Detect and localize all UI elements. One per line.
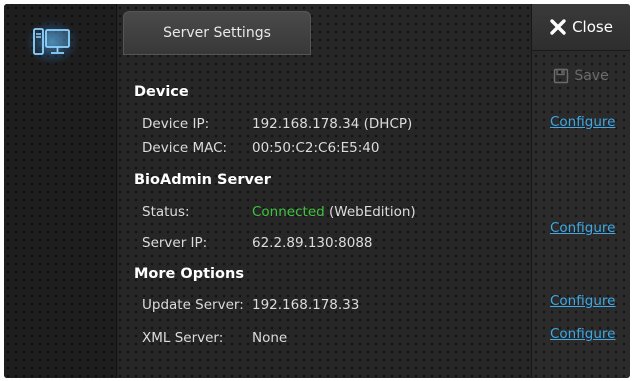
- page-title: Server Settings: [163, 25, 271, 41]
- status-value: Connected (WebEdition): [252, 204, 416, 220]
- x-close-icon: [550, 19, 566, 35]
- section-title-more-options: More Options: [134, 266, 244, 282]
- device-ip-label: Device IP:: [142, 116, 210, 132]
- close-button-label: Close: [572, 18, 613, 36]
- xml-server-value: None: [252, 330, 288, 346]
- floppy-disk-icon: [554, 68, 569, 84]
- save-button[interactable]: Save: [532, 64, 630, 88]
- status-connected-text: Connected: [252, 204, 325, 220]
- status-label: Status:: [142, 204, 190, 220]
- page-title-tab: Server Settings: [123, 11, 311, 55]
- status-edition-text: (WebEdition): [324, 204, 416, 220]
- server-ip-value: 62.2.89.130:8088: [252, 235, 373, 251]
- xml-server-configure-link[interactable]: Configure: [550, 326, 615, 342]
- app-screen: Server Settings Device Device IP: 192.16…: [4, 4, 630, 378]
- device-mac-value: 00:50:C2:C6:E5:40: [252, 140, 380, 156]
- right-action-bar: Close Save: [531, 4, 630, 378]
- server-ip-label: Server IP:: [142, 235, 208, 251]
- bioadmin-configure-link[interactable]: Configure: [550, 220, 615, 236]
- update-server-configure-link[interactable]: Configure: [550, 293, 615, 309]
- computer-monitor-tower-icon: [33, 28, 70, 55]
- xml-server-label: XML Server:: [142, 330, 224, 346]
- update-server-value: 192.168.178.33: [252, 297, 360, 313]
- section-title-bioadmin: BioAdmin Server: [134, 172, 271, 188]
- device-ip-value: 192.168.178.34 (DHCP): [252, 116, 413, 132]
- left-sidebar: [4, 4, 117, 378]
- device-mac-label: Device MAC:: [142, 140, 228, 156]
- section-title-device: Device: [134, 84, 189, 100]
- update-server-label: Update Server:: [142, 297, 244, 313]
- device-settings-button[interactable]: [26, 20, 78, 64]
- device-configure-link[interactable]: Configure: [550, 114, 615, 130]
- save-button-label: Save: [574, 68, 609, 84]
- close-button[interactable]: Close: [532, 4, 630, 51]
